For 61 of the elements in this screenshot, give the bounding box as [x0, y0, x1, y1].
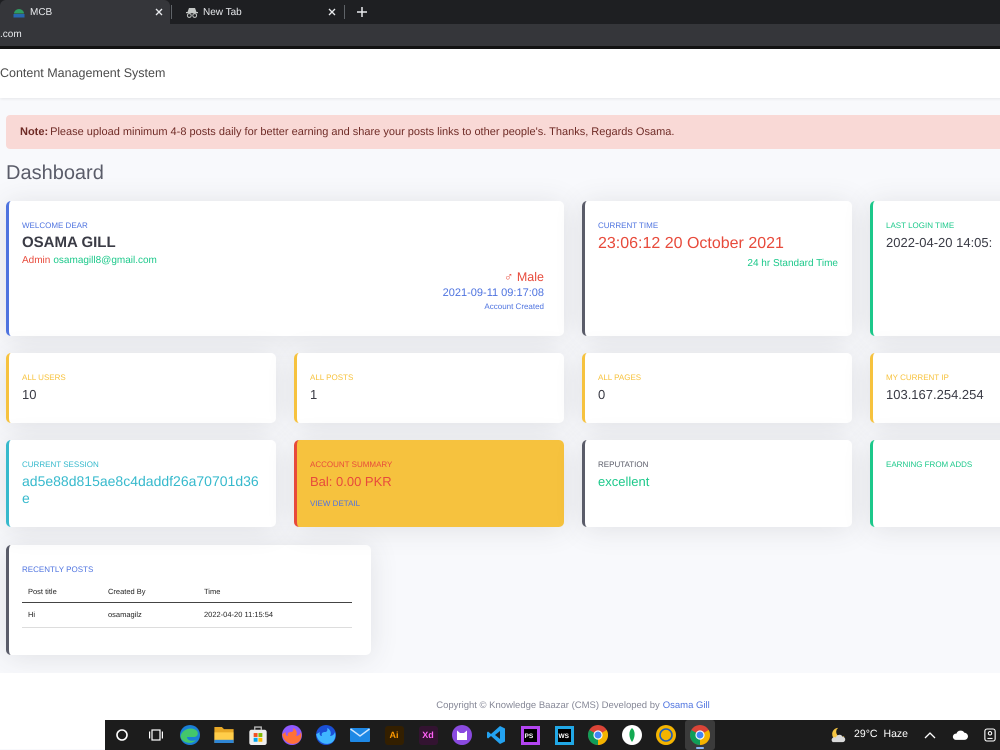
browser-tab[interactable]: MCB	[0, 0, 170, 24]
cloud-icon[interactable]	[952, 730, 968, 740]
stat-label: ALL PAGES	[598, 373, 642, 383]
weather-condition[interactable]: Haze	[883, 727, 908, 743]
stat-label: ALL USERS	[22, 373, 67, 383]
cat-icon[interactable]	[452, 725, 472, 745]
stat-value: 1	[310, 386, 318, 403]
stat-value: 10	[22, 386, 38, 403]
task-view-icon[interactable]	[149, 729, 163, 741]
close-icon[interactable]	[328, 8, 336, 16]
envelope-icon[interactable]	[350, 728, 370, 742]
browser-tab[interactable]: New Tab	[173, 0, 343, 24]
page-heading: Dashboard	[6, 161, 105, 185]
stat-value: 0	[598, 386, 606, 403]
stat-value: 103.167.254.254	[886, 386, 985, 403]
created-date: 2021-09-11 09:17:08	[442, 286, 544, 301]
stat-value: 2022-04-20 14:05:	[886, 234, 994, 251]
stat-label: LAST LOGIN TIME	[886, 221, 956, 231]
chevron-up-icon[interactable]	[924, 732, 936, 738]
ribbon-icon[interactable]	[487, 726, 505, 744]
stat-value: excellent	[598, 473, 650, 490]
coin-icon[interactable]	[656, 725, 676, 745]
author-link[interactable]: Osama Gill	[662, 700, 710, 711]
webcam-icon[interactable]	[984, 728, 996, 742]
stat-label: MY CURRENT IP	[886, 373, 950, 383]
stat-label: REPUTATION	[598, 460, 650, 470]
stat-label: CURRENT TIME	[598, 221, 660, 231]
email-text: osamagill8@gmail.com	[53, 255, 157, 267]
stat-value: 23:06:12 20 October 2021	[598, 234, 785, 254]
segmented-circle-icon[interactable]	[588, 725, 608, 745]
posts-title: RECENTLY POSTS	[22, 565, 94, 575]
fox-globe-icon[interactable]	[282, 725, 302, 745]
stat-value: Bal: 0.00 PKR	[310, 473, 393, 490]
folder-icon[interactable]	[214, 727, 234, 743]
leaf-icon[interactable]	[622, 725, 642, 745]
dome-icon	[13, 6, 25, 18]
time-format-note: 24 hr Standard Time	[746, 257, 838, 271]
plus-icon[interactable]	[357, 7, 367, 17]
search-icon[interactable]	[116, 729, 128, 741]
stat-label: EARNING FROM ADDS	[886, 460, 974, 470]
role-text: Admin	[22, 255, 50, 267]
fox-globe-icon[interactable]	[316, 725, 336, 745]
user-name: OSAMA GILL	[22, 234, 117, 252]
app-tile[interactable]: Xd	[418, 726, 438, 744]
stat-label: CURRENT SESSION	[22, 460, 100, 470]
close-icon[interactable]	[155, 8, 163, 16]
note-alert: Note: Please upload minimum 4-8 posts daily for better earning and share your posts links to other people's. Thanks, Regards Osama.	[6, 115, 1000, 149]
created-label: Account Created	[484, 302, 544, 312]
copyright-text: Copyright © Knowledge Baazar (CMS) Developed by Osama Gill	[436, 700, 710, 711]
stat-label: ACCOUNT SUMMARY	[310, 460, 394, 470]
brand-text[interactable]: Content Management System	[0, 64, 166, 83]
app-tile[interactable]: Ai	[384, 726, 404, 744]
swirl-icon[interactable]	[180, 725, 200, 745]
address-field[interactable]: .com	[0, 29, 22, 41]
gender-text: ♂ Male	[504, 269, 544, 285]
welcome-label: WELCOME DEAR	[22, 221, 89, 231]
temperature-text[interactable]: 29°C	[854, 727, 878, 743]
stat-value: ad5e88d815ae8c4daddf26a70701d36e	[22, 473, 260, 507]
hat-glasses-icon	[186, 6, 198, 18]
shopping-bag-icon[interactable]	[249, 726, 267, 744]
stat-label: ALL POSTS	[310, 373, 354, 383]
